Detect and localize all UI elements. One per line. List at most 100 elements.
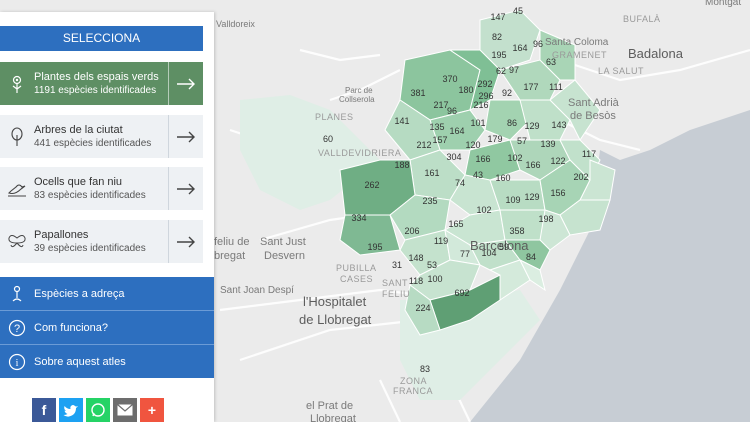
card-ocells[interactable]: Ocells que fan niu 83 espècies identific… [0,167,203,210]
species-count-label[interactable]: 96 [533,39,543,49]
species-count-label[interactable]: 97 [509,65,519,75]
species-count-label[interactable]: 92 [502,88,512,98]
map-label-de-besos: de Besòs [570,110,616,122]
species-count-label[interactable]: 202 [573,172,588,182]
species-count-label[interactable]: 224 [415,303,430,313]
arrow-right-icon[interactable] [168,167,203,210]
card-ocells-subtitle: 83 espècies identificades [34,190,146,201]
species-count-label[interactable]: 692 [454,288,469,298]
species-count-label[interactable]: 198 [538,214,553,224]
whatsapp-icon[interactable] [86,398,110,422]
species-count-label[interactable]: 381 [410,88,425,98]
species-count-label[interactable]: 147 [490,12,505,22]
card-arbres-title: Arbres de la ciutat [34,124,123,136]
species-count-label[interactable]: 120 [465,140,480,150]
species-count-label[interactable]: 59 [499,242,509,252]
species-count-label[interactable]: 292 [477,79,492,89]
map-label-parc-de: Parc de [345,86,373,95]
plus-share-icon[interactable]: + [140,398,164,422]
species-count-label[interactable]: 370 [442,74,457,84]
species-count-label[interactable]: 45 [513,6,523,16]
species-count-label[interactable]: 135 [429,122,444,132]
species-count-label[interactable]: 109 [505,195,520,205]
species-count-label[interactable]: 177 [523,82,538,92]
species-count-label[interactable]: 104 [481,248,496,258]
species-count-label[interactable]: 334 [351,213,366,223]
species-count-label[interactable]: 164 [512,43,527,53]
species-count-label[interactable]: 31 [392,260,402,270]
species-count-label[interactable]: 122 [550,156,565,166]
card-papallones[interactable]: Papallones 39 espècies identificades [0,220,203,263]
butterfly-icon [0,220,34,263]
link-especies-adreca-label: Espècies a adreça [34,287,125,300]
species-count-label[interactable]: 195 [491,50,506,60]
species-count-label[interactable]: 101 [470,118,485,128]
species-count-label[interactable]: 111 [549,82,563,92]
species-count-label[interactable]: 96 [447,106,457,116]
species-count-label[interactable]: 180 [458,85,473,95]
species-count-label[interactable]: 84 [526,252,536,262]
species-count-label[interactable]: 166 [525,160,540,170]
species-count-label[interactable]: 304 [446,152,461,162]
species-count-label[interactable]: 100 [427,274,442,284]
twitter-icon[interactable] [59,398,83,422]
species-count-label[interactable]: 165 [448,219,463,229]
species-count-label[interactable]: 164 [449,126,464,136]
species-count-label[interactable]: 141 [394,116,409,126]
card-plantes[interactable]: Plantes dels espais verds 1191 espècies … [0,62,203,105]
species-count-label[interactable]: 86 [507,118,517,128]
species-count-label[interactable]: 262 [364,180,379,190]
species-count-label[interactable]: 358 [509,226,524,236]
species-count-label[interactable]: 195 [367,242,382,252]
species-count-label[interactable]: 212 [416,140,431,150]
map-label-badalona: Badalona [628,46,684,61]
species-count-label[interactable]: 143 [551,120,566,130]
side-panel: SELECCIONA Plantes dels espais verds 119… [0,12,214,422]
species-count-label[interactable]: 74 [455,178,465,188]
species-count-label[interactable]: 82 [492,32,502,42]
species-count-label[interactable]: 62 [496,66,506,76]
species-count-label[interactable]: 43 [473,170,483,180]
link-com-funciona[interactable]: ? Com funciona? [0,311,214,344]
facebook-icon[interactable]: f [32,398,56,422]
mail-icon[interactable] [113,398,137,422]
map-label-desvern: Desvern [264,250,305,262]
species-count-label[interactable]: 148 [408,253,423,263]
species-count-label[interactable]: 118 [409,276,423,286]
species-count-label[interactable]: 166 [475,154,490,164]
species-count-label[interactable]: 63 [546,57,556,67]
species-count-label[interactable]: 160 [495,173,510,183]
species-count-label[interactable]: 83 [420,364,430,374]
species-count-label[interactable]: 161 [424,168,439,178]
species-count-label[interactable]: 129 [524,121,539,131]
map-label-montgat: Montgat [705,0,741,8]
arrow-right-icon[interactable] [168,220,203,263]
species-count-label[interactable]: 102 [507,153,522,163]
arrow-right-icon[interactable] [168,115,203,158]
species-count-label[interactable]: 57 [517,136,527,146]
link-especies-adreca[interactable]: Espècies a adreça [0,277,214,310]
species-count-label[interactable]: 102 [476,205,491,215]
arrow-right-icon[interactable] [168,62,203,105]
species-count-label[interactable]: 206 [404,226,419,236]
species-count-label[interactable]: 156 [550,188,565,198]
species-count-label[interactable]: 179 [487,134,502,144]
species-count-label[interactable]: 235 [422,196,437,206]
species-count-label[interactable]: 60 [323,134,333,144]
species-count-label[interactable]: 117 [582,149,596,159]
species-count-label[interactable]: 157 [432,135,447,145]
species-count-label[interactable]: 139 [540,139,555,149]
link-sobre-atles[interactable]: i Sobre aquest atles [0,345,214,378]
species-count-label[interactable]: 129 [524,192,539,202]
species-count-label[interactable]: 119 [434,236,448,246]
species-count-label[interactable]: 77 [460,249,470,259]
person-pin-icon [0,285,34,303]
link-com-funciona-label: Com funciona? [34,321,108,334]
info-icon: i [0,353,34,371]
species-count-label[interactable]: 53 [427,260,437,270]
card-arbres[interactable]: Arbres de la ciutat 441 espècies identif… [0,115,203,158]
flower-icon [0,62,34,105]
link-sobre-atles-label: Sobre aquest atles [34,355,126,368]
species-count-label[interactable]: 188 [394,160,409,170]
species-count-label[interactable]: 216 [473,100,488,110]
